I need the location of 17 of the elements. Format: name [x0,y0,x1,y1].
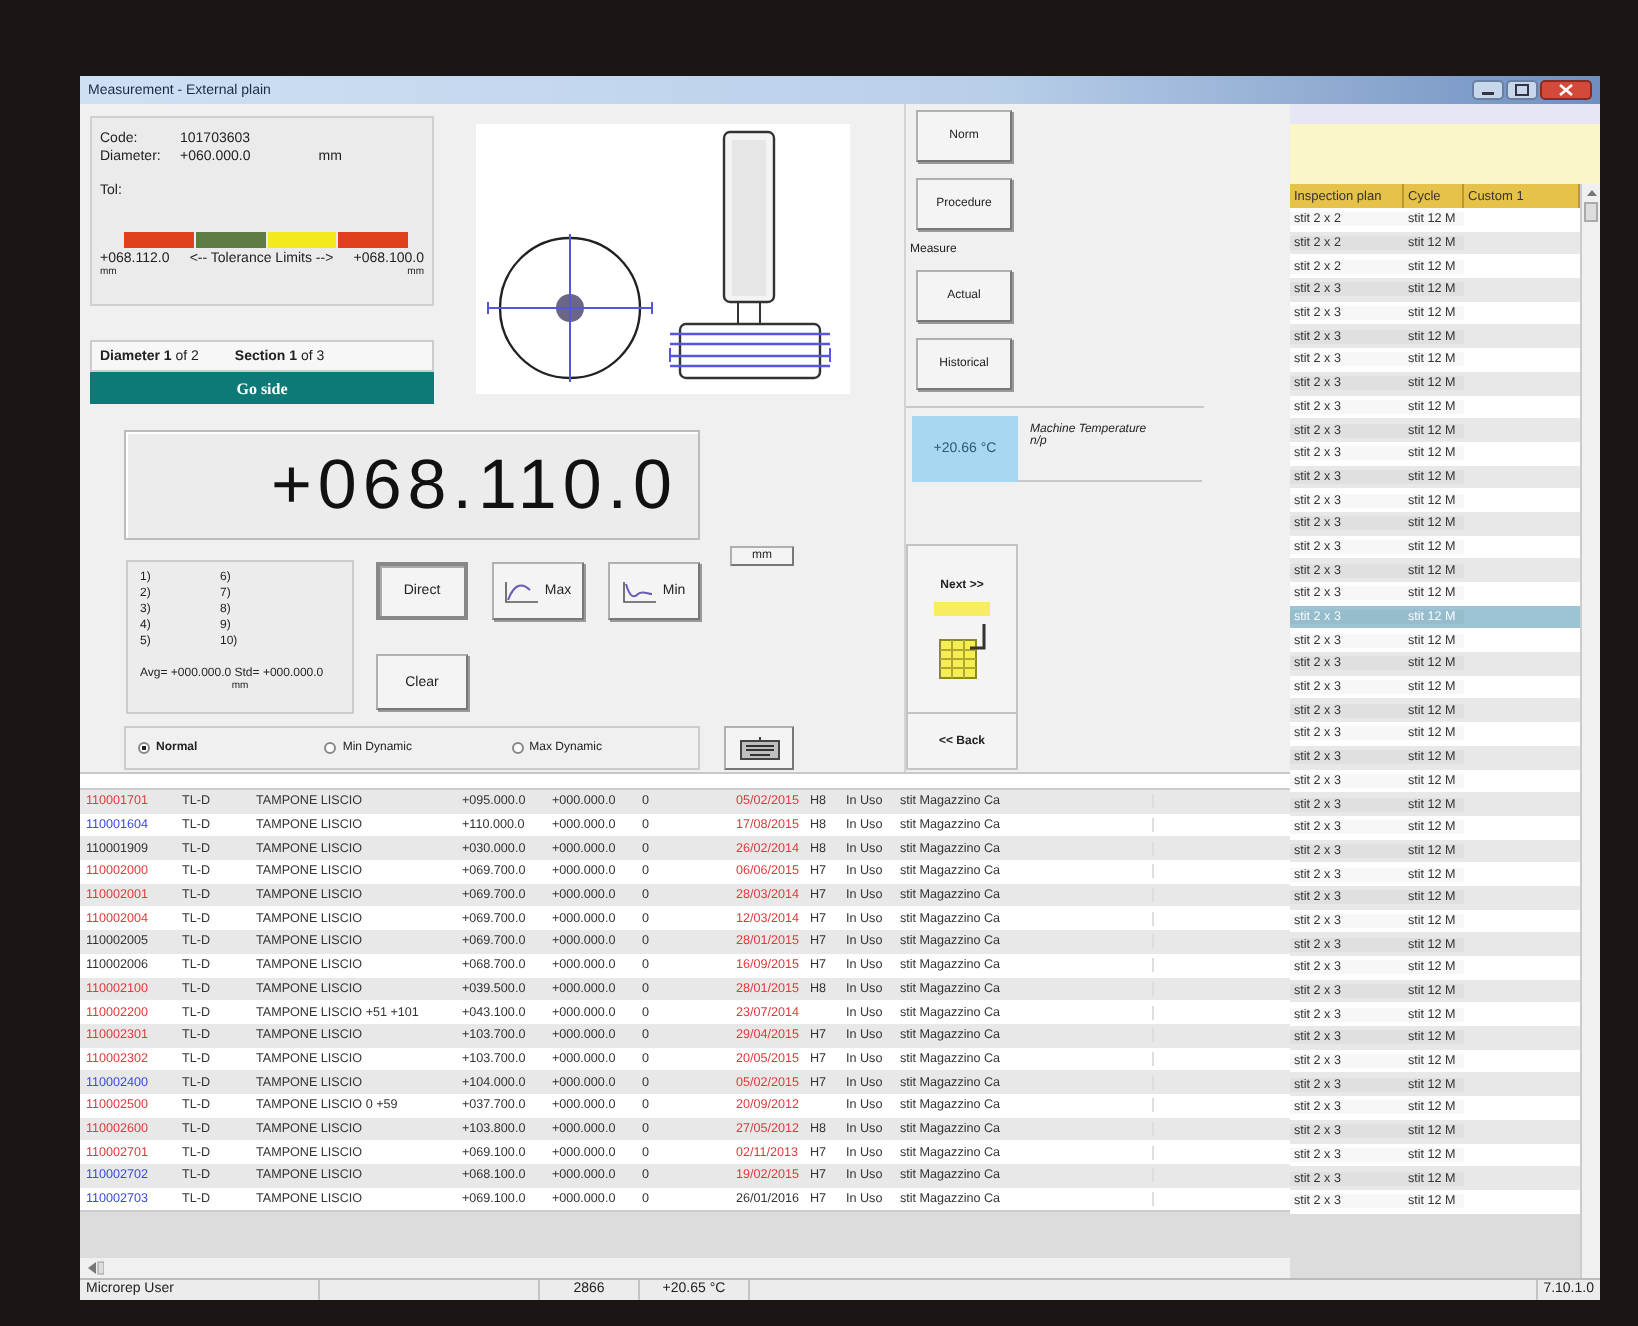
minimize-icon[interactable] [1472,80,1504,100]
keyboard-icon [739,736,779,760]
maximize-icon[interactable] [1506,80,1538,100]
falling-curve-icon [622,579,659,603]
radio-button[interactable] [324,742,337,754]
measurement-display: +068.110.0 [124,430,700,540]
scroll-up-icon[interactable] [1585,188,1597,198]
rising-curve-icon [504,579,541,603]
keyboard-button[interactable] [724,726,794,770]
close-icon[interactable] [1540,80,1592,100]
scrollbar[interactable] [1580,184,1600,1278]
scroll-left-icon[interactable] [84,1260,104,1276]
side-banner: Go side [90,372,434,404]
table-icon [932,599,992,679]
radio-button[interactable] [138,742,150,754]
radio-button[interactable] [511,742,524,754]
scroll-thumb[interactable] [1584,202,1598,222]
